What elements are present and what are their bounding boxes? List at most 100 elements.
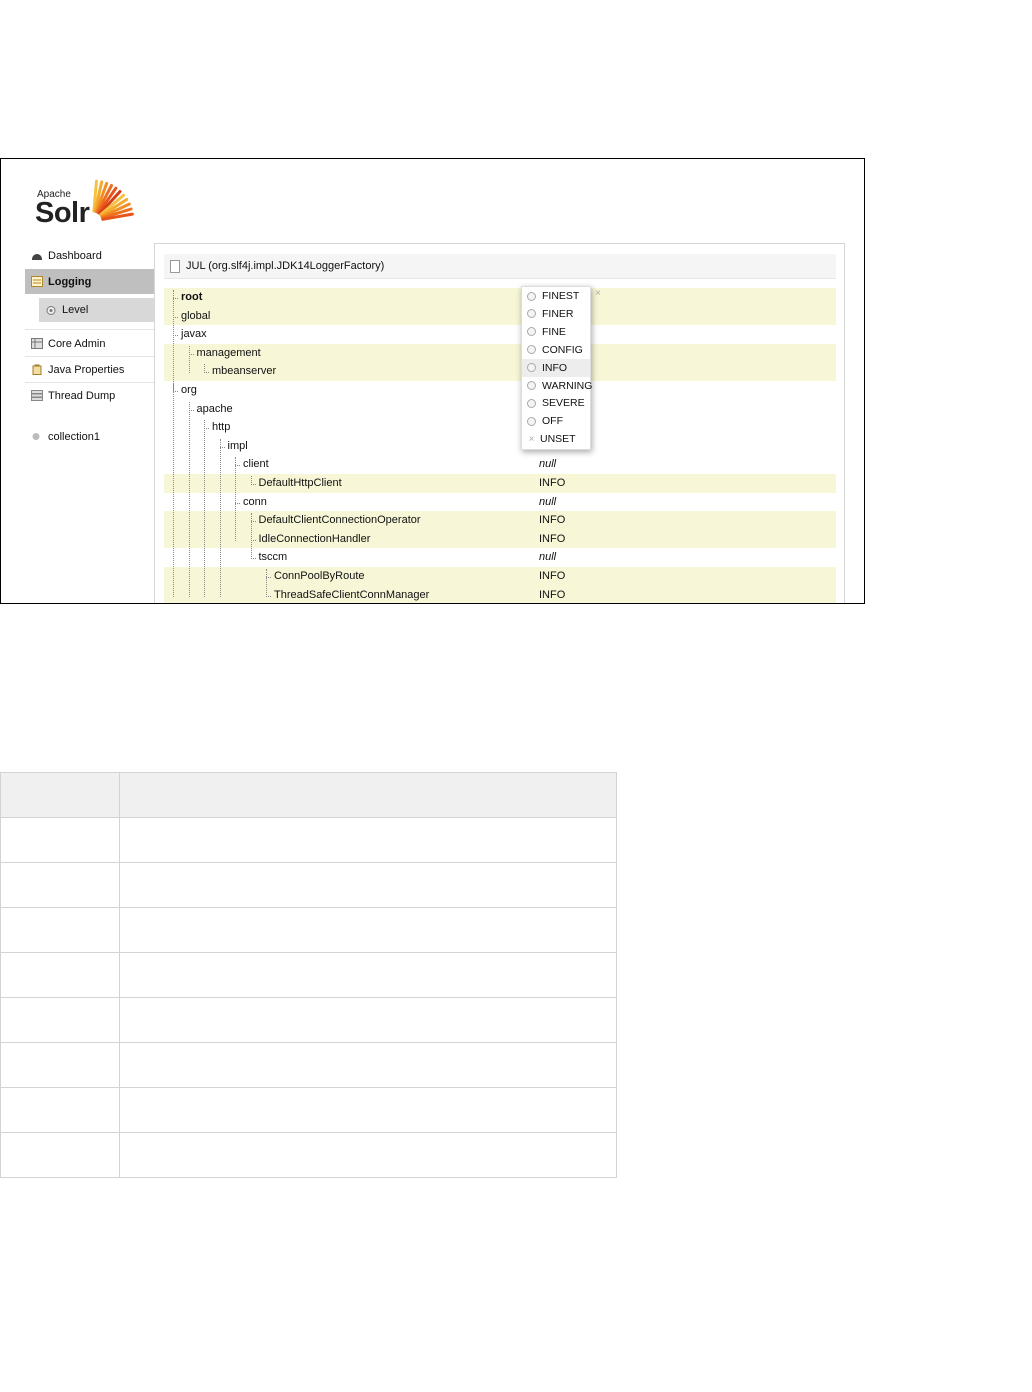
tree-row[interactable]: org — [164, 381, 836, 400]
logger-level[interactable]: INFO — [539, 589, 565, 601]
sidebar-item-thread-dump[interactable]: Thread Dump — [25, 383, 154, 408]
level-option-warning[interactable]: WARNING — [522, 377, 593, 395]
level-option-finer[interactable]: FINER — [522, 305, 590, 323]
level-option-config[interactable]: CONFIG — [522, 341, 590, 359]
table-row — [0, 1087, 617, 1133]
logger-level[interactable]: INFO — [539, 514, 565, 526]
radio-icon[interactable] — [527, 398, 536, 408]
radio-icon[interactable] — [527, 309, 536, 319]
logger-level[interactable]: null — [539, 496, 556, 508]
logger-name[interactable]: tsccm — [259, 551, 288, 563]
table-cell — [0, 1132, 120, 1178]
close-icon[interactable]: × — [595, 288, 601, 299]
tree-row[interactable]: javax — [164, 325, 836, 344]
tree-row[interactable]: tsccm null — [164, 548, 836, 567]
tree-row[interactable]: http — [164, 418, 836, 437]
logger-level[interactable]: INFO — [539, 533, 565, 545]
level-option-label: WARNING — [542, 379, 593, 392]
tree-guide-line — [204, 420, 205, 597]
tree-guide-line — [188, 345, 190, 374]
tree-row[interactable]: ThreadSafeClientConnManager INFO — [164, 585, 836, 603]
radio-icon[interactable] — [527, 363, 536, 373]
tree-row[interactable]: mbeanserver — [164, 362, 836, 381]
level-option-label: SEVERE — [542, 397, 585, 410]
sidebar-item-core-admin[interactable]: Core Admin — [25, 331, 154, 356]
radio-icon[interactable] — [527, 327, 536, 337]
table-header-cell — [0, 772, 120, 818]
table-row — [0, 862, 617, 908]
logging-level-panel: JUL (org.slf4j.impl.JDK14LoggerFactory) … — [154, 243, 845, 603]
tree-guide-line — [204, 364, 205, 374]
level-dropdown[interactable]: FINEST FINER FINE CONFIG INFO WARNING SEVERE OF… — [521, 286, 593, 450]
sidebar-item-label: Java Properties — [48, 363, 125, 376]
table-row — [0, 1042, 617, 1088]
level-option-label: CONFIG — [542, 343, 583, 356]
radio-icon[interactable] — [527, 416, 536, 426]
table-cell — [0, 952, 120, 998]
table-cell — [119, 862, 617, 908]
level-option-finest[interactable]: FINEST — [522, 287, 590, 305]
logger-name[interactable]: DefaultClientConnectionOperator — [259, 514, 421, 526]
tree-row[interactable]: client null — [164, 455, 836, 474]
logger-name[interactable]: ThreadSafeClientConnManager — [274, 589, 429, 601]
table-cell — [0, 862, 120, 908]
table-header-row — [0, 772, 617, 818]
logger-name[interactable]: org — [181, 384, 197, 396]
panel-header: JUL (org.slf4j.impl.JDK14LoggerFactory) — [164, 254, 836, 279]
tree-row[interactable]: conn null — [164, 493, 836, 512]
logger-level[interactable]: INFO — [539, 570, 565, 582]
table-cell — [119, 997, 617, 1043]
logger-name[interactable]: IdleConnectionHandler — [259, 533, 371, 545]
tree-row[interactable]: management — [164, 343, 836, 363]
logger-name[interactable]: root — [181, 291, 202, 303]
dashboard-icon — [31, 250, 43, 261]
tree-row[interactable]: apache — [164, 400, 836, 419]
sidebar-item-logging[interactable]: Logging — [25, 269, 154, 294]
logger-name[interactable]: javax — [181, 328, 207, 340]
tree-row[interactable]: global — [164, 306, 836, 326]
table-row — [0, 907, 617, 953]
tree-row[interactable]: root — [164, 288, 836, 307]
logger-level[interactable]: null — [539, 551, 556, 563]
sidebar-item-label: collection1 — [48, 430, 100, 443]
logger-name[interactable]: DefaultHttpClient — [259, 477, 342, 489]
logger-name[interactable]: conn — [243, 496, 267, 508]
tree-row[interactable]: ConnPoolByRoute INFO — [164, 567, 836, 586]
document-icon — [170, 259, 180, 273]
unset-x-icon: × — [528, 433, 535, 445]
sidebar-item-label: Logging — [48, 275, 92, 288]
radio-icon[interactable] — [527, 291, 536, 301]
logger-level[interactable]: null — [539, 458, 556, 470]
gear-icon — [45, 305, 57, 316]
table-cell — [0, 907, 120, 953]
solr-logo[interactable]: Apache Solr — [35, 177, 145, 231]
radio-icon[interactable] — [527, 345, 536, 355]
logger-name[interactable]: client — [243, 458, 269, 470]
logger-name[interactable]: management — [197, 347, 261, 359]
level-option-severe[interactable]: SEVERE — [522, 394, 590, 412]
tree-row[interactable]: DefaultClientConnectionOperator INFO — [164, 511, 836, 530]
radio-icon[interactable] — [527, 381, 536, 390]
tree-row[interactable]: impl — [164, 437, 836, 456]
sidebar-item-dashboard[interactable]: Dashboard — [25, 243, 154, 268]
table-cell — [0, 1042, 120, 1088]
logger-name[interactable]: ConnPoolByRoute — [274, 570, 365, 582]
table-cell — [0, 817, 120, 863]
tree-row[interactable]: DefaultHttpClient INFO — [164, 474, 836, 493]
table-cell — [119, 1087, 617, 1133]
level-option-info[interactable]: INFO — [522, 358, 590, 377]
level-option-fine[interactable]: FINE — [522, 323, 590, 341]
logger-name[interactable]: apache — [197, 403, 233, 415]
logger-name[interactable]: mbeanserver — [212, 365, 276, 377]
sidebar-item-collection1[interactable]: collection1 — [25, 424, 154, 449]
sidebar-item-java-properties[interactable]: Java Properties — [25, 357, 154, 382]
logger-name[interactable]: impl — [228, 440, 248, 452]
tree-row[interactable]: IdleConnectionHandler INFO — [164, 529, 836, 549]
logger-level[interactable]: INFO — [539, 477, 565, 489]
logger-name[interactable]: global — [181, 310, 210, 322]
empty-table — [0, 772, 617, 1178]
level-option-off[interactable]: OFF — [522, 412, 590, 430]
level-option-unset[interactable]: × UNSET — [522, 430, 590, 448]
logger-name[interactable]: http — [212, 421, 230, 433]
sidebar-item-level[interactable]: Level — [39, 298, 154, 322]
